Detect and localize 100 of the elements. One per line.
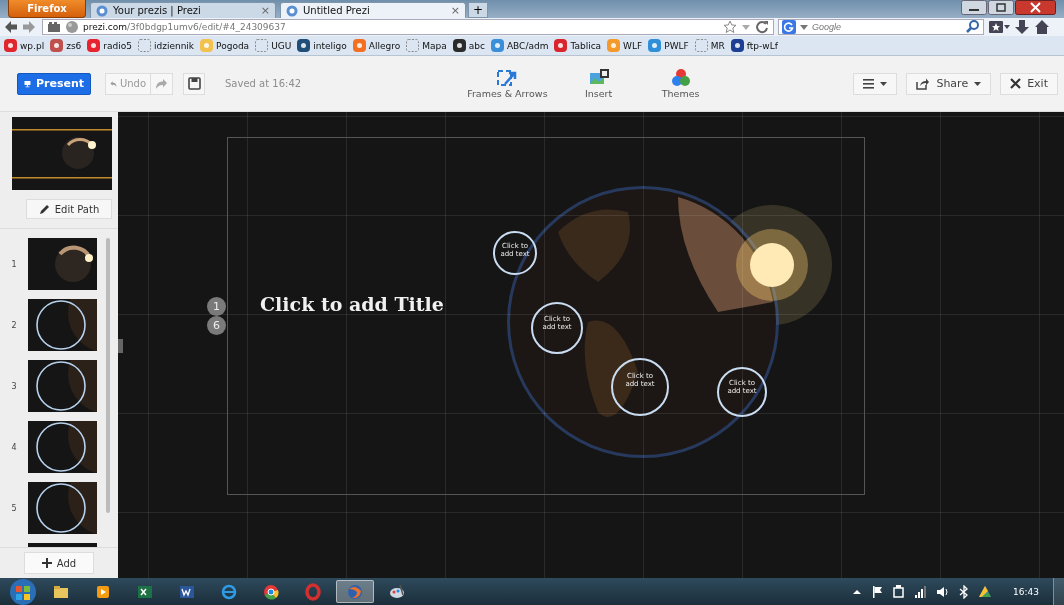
step-number: 1 [10,259,18,269]
flag-icon[interactable] [871,584,884,599]
save-button[interactable] [183,72,205,95]
bookmark-link[interactable]: UGU [255,39,292,52]
bluetooth-icon[interactable] [958,584,970,599]
save-status: Saved at 16:42 [225,78,302,89]
home-icon[interactable] [1034,19,1050,35]
browser-tab[interactable]: Untitled Prezi × [280,2,466,18]
step-number: 2 [10,320,18,330]
bookmark-link[interactable]: Tablica [554,39,602,52]
image-icon [588,68,609,86]
signal-icon[interactable] [914,584,928,599]
bookmark-link[interactable]: WLF [607,39,643,52]
globe-icon [65,20,79,34]
download-icon[interactable] [1014,19,1030,35]
menu-button[interactable] [853,72,898,95]
search-icon[interactable] [966,20,980,34]
bookmark-link[interactable]: Mapa [406,39,447,52]
search-field[interactable]: Google [778,19,984,35]
blank-page-icon [406,39,420,52]
bookmark-link[interactable]: Pogoda [200,39,250,52]
bookmark-link[interactable]: idziennik [137,39,195,52]
redo-icon [155,77,168,90]
maximize-icon[interactable] [988,0,1014,15]
close-icon[interactable] [1015,0,1056,15]
url-text: prezi.com/3f0bdgp1umv6/edit/#4_24309637 [83,22,286,32]
path-number-badge: 6 [207,316,226,335]
site-icon [87,39,101,52]
close-icon [1010,78,1022,89]
globe-icon [96,4,108,17]
search-engine-icon[interactable] [782,20,796,34]
site-icon [607,39,621,52]
step-number: 4 [10,442,18,452]
site-icon [490,39,504,52]
share-button[interactable]: Share [906,72,992,95]
tab-close-button[interactable]: × [450,4,460,17]
start-button-icon[interactable] [8,578,38,605]
browser-icon [262,582,280,601]
step-number: 3 [10,381,18,391]
step-number: 5 [10,503,18,513]
blank-page-icon [694,39,708,52]
bookmark-link[interactable]: Allegro [352,39,401,52]
page-icon [47,20,61,34]
site-icon [50,39,64,52]
reload-icon[interactable] [755,20,769,34]
browser-tab[interactable]: Your prezis | Prezi × [90,2,276,18]
site-icon [4,39,17,52]
toolbar-tool-button[interactable]: Frames & Arrows [463,68,552,99]
tab-close-button[interactable]: × [260,4,270,17]
title-text[interactable]: Click to add Title [260,293,444,315]
bookmark-link[interactable]: ftp-wLf [730,39,778,52]
blank-page-icon [137,39,151,52]
minimize-icon[interactable] [961,0,987,15]
blank-page-icon [255,39,269,52]
site-icon [352,39,366,52]
tab-title: Untitled Prezi [303,5,371,16]
drive-icon[interactable] [978,584,993,599]
exit-button[interactable]: Exit [1000,72,1058,95]
tab-title: Your prezis | Prezi [113,5,202,16]
site-icon [297,39,311,52]
clock-text[interactable]: 16:43 [1013,586,1039,597]
bookmark-link[interactable]: PWLF [648,39,689,52]
back-icon[interactable] [4,20,18,34]
present-button[interactable]: Present [17,72,91,95]
bookmark-link[interactable]: MR [694,39,725,52]
pencil-icon [38,203,50,215]
panel-collapse-handle[interactable] [118,339,123,353]
site-icon [200,39,214,52]
bookmark-link[interactable]: zs6 [50,39,82,52]
bookmark-link[interactable]: inteligo [297,39,347,52]
browser-icon [304,582,322,601]
edit-path-button[interactable]: Edit Path [26,199,112,219]
site-icon [452,39,466,52]
address-field[interactable]: prezi.com/3f0bdgp1umv6/edit/#4_24309637 [42,19,774,35]
show-desktop-button[interactable] [1053,578,1064,605]
menu-icon [863,78,875,89]
star-icon[interactable] [723,20,737,34]
bookmarks-menu-icon[interactable] [988,19,1010,35]
new-tab-button[interactable]: + [468,2,488,18]
paint-icon [388,582,406,601]
caret-icon [880,80,888,87]
color-circles-icon [670,68,691,86]
site-icon [648,39,662,52]
add-button[interactable]: Add [24,552,94,574]
site-icon [730,39,744,52]
bookmark-link[interactable]: ABC/adm [490,39,549,52]
toolbar-tool-button[interactable]: Insert [563,68,634,99]
site-icon [554,39,568,52]
bookmark-link[interactable]: abc [452,39,485,52]
globe-icon [286,4,298,17]
path-number-badge: 1 [207,297,226,316]
browser-icon [346,582,364,601]
volume-icon[interactable] [936,584,950,599]
share-icon [916,77,931,90]
bookmark-link[interactable]: wp.pl [4,39,45,52]
caret-icon [974,80,982,87]
search-input[interactable]: Google [812,21,963,33]
bookmark-link[interactable]: radio5 [87,39,132,52]
scrollbar[interactable] [106,238,110,513]
toolbar-tool-button[interactable]: Themes [645,68,716,99]
